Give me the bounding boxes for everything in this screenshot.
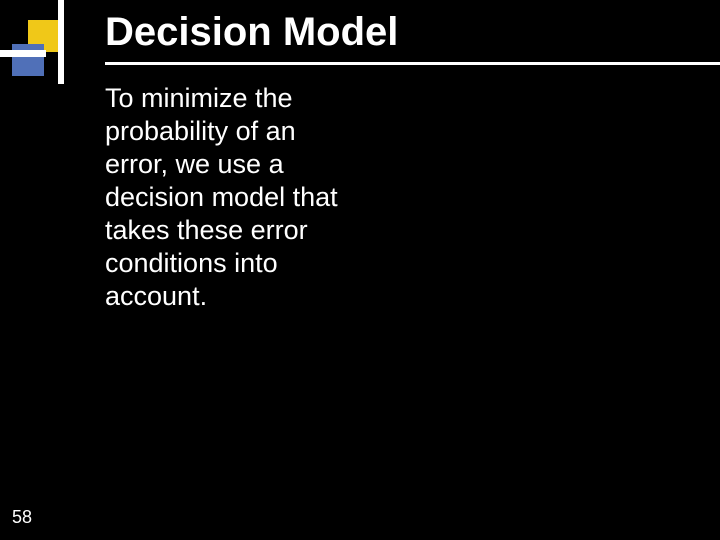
title-underline (105, 62, 720, 65)
page-number: 58 (12, 507, 32, 528)
logo-blue-square (12, 44, 44, 76)
slide-title: Decision Model (105, 10, 398, 55)
slide-body-text: To minimize the probability of an error,… (105, 82, 365, 313)
logo-horizontal-line (0, 50, 46, 57)
logo-vertical-line (58, 0, 64, 84)
logo-block (12, 20, 74, 82)
